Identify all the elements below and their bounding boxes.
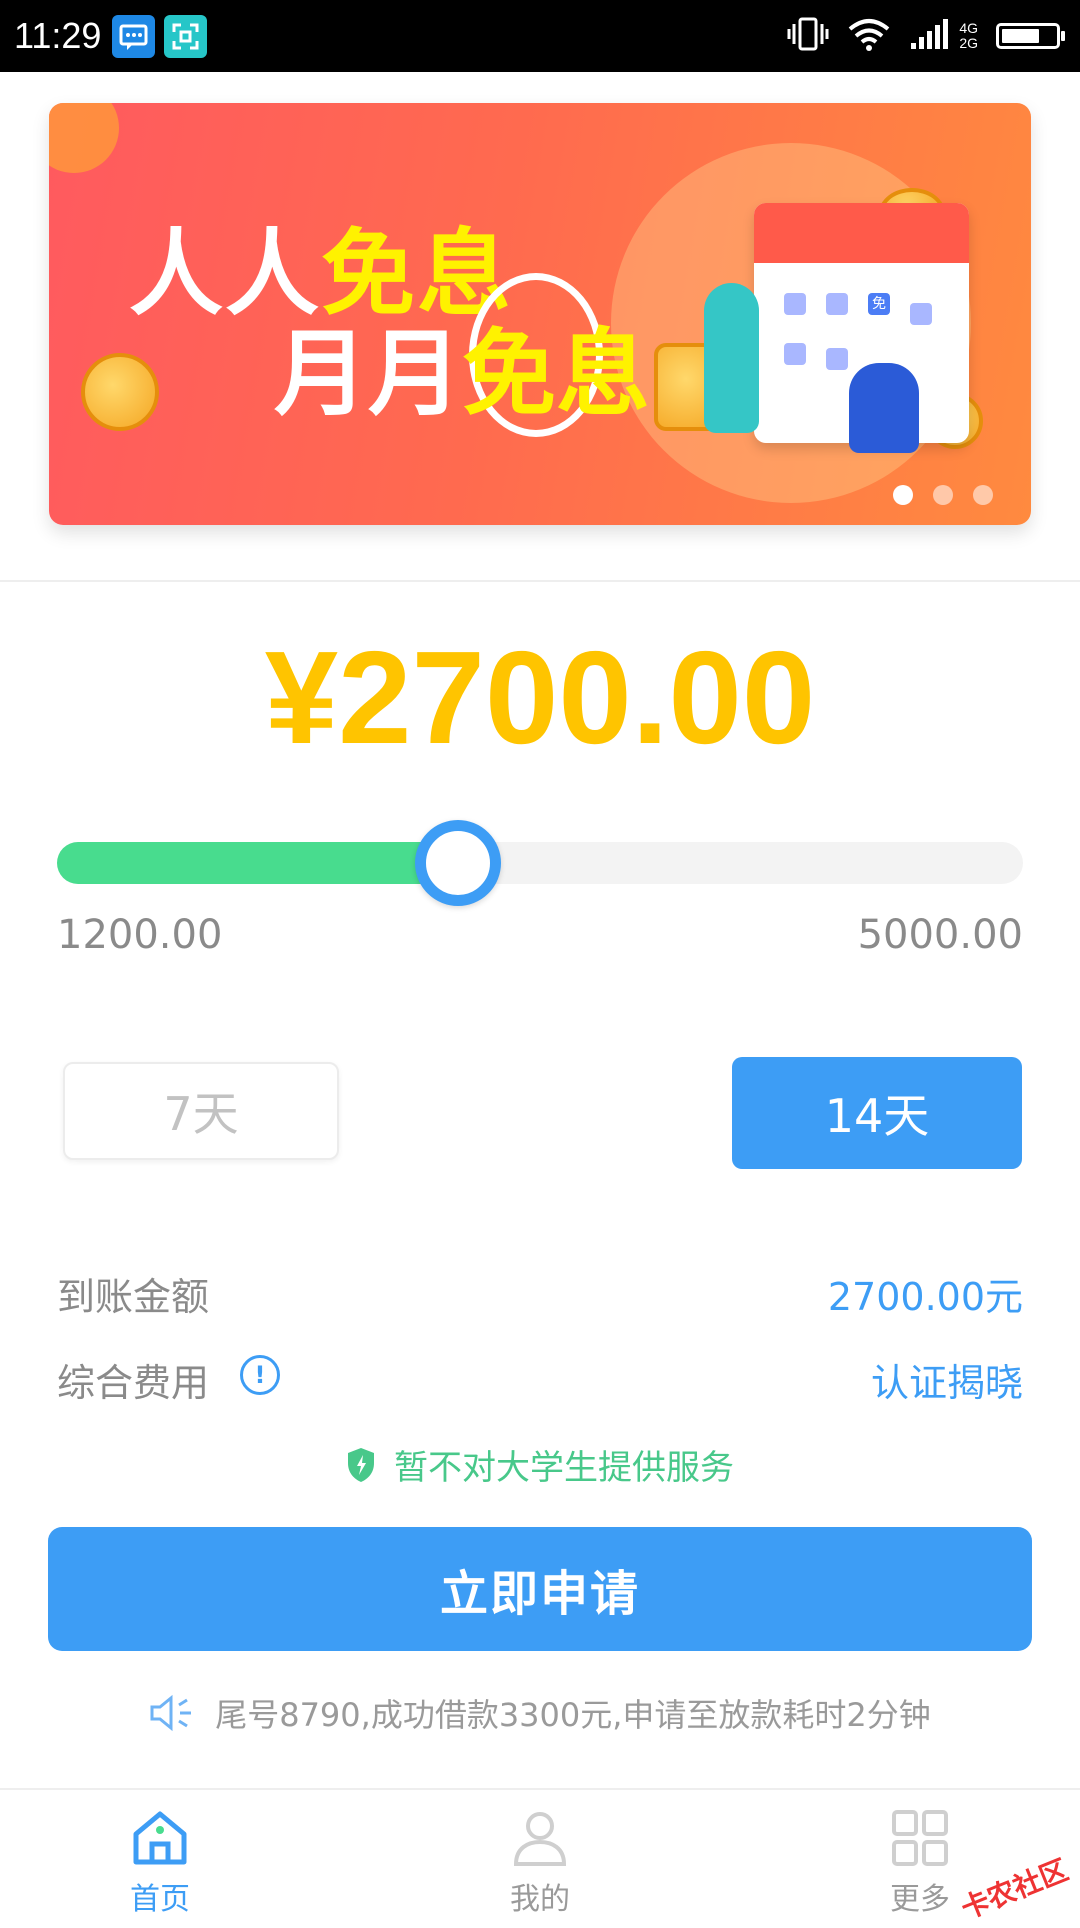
ticker-text: 尾号8790,成功借款3300元,申请至放款耗时2分钟 [215, 1696, 931, 1734]
speaker-icon [150, 1694, 192, 1732]
message-icon [112, 15, 155, 58]
person-illustration [849, 363, 919, 453]
status-time: 11:29 [14, 15, 102, 56]
wifi-icon [847, 17, 891, 55]
fee-label: 综合费用 [57, 1361, 210, 1405]
carousel-dot[interactable] [973, 485, 993, 505]
term-7-days-button[interactable]: 7天 [63, 1062, 339, 1160]
status-bar: 11:29 4G 2G [0, 0, 1080, 72]
carousel-dot[interactable] [933, 485, 953, 505]
slider-max-label: 5000.00 [857, 912, 1023, 958]
term-14-days-button[interactable]: 14天 [732, 1057, 1022, 1169]
user-icon [513, 1812, 567, 1866]
arrival-amount-label: 到账金额 [57, 1275, 210, 1319]
person-illustration [704, 283, 759, 433]
nav-home[interactable]: 首页 [60, 1790, 260, 1922]
scan-icon [164, 15, 207, 58]
grid-icon [892, 1810, 948, 1866]
notice-text: 暂不对大学生提供服务 [394, 1448, 734, 1488]
battery-icon [996, 23, 1065, 49]
home-icon [133, 1811, 187, 1865]
loan-amount: ¥2700.00 [264, 624, 816, 771]
info-icon[interactable]: ! [240, 1355, 280, 1395]
bottom-nav: 首页 我的 更多 卡农社区 [0, 1788, 1080, 1926]
slider-min-label: 1200.00 [57, 912, 223, 958]
signal-icon [909, 17, 951, 55]
nav-mine[interactable]: 我的 [440, 1790, 640, 1922]
banner-headline-2: 月月免息 [274, 320, 651, 429]
student-notice: 暂不对大学生提供服务 [0, 1440, 1080, 1489]
amount-slider[interactable] [57, 820, 1023, 906]
arrival-amount-value: 2700.00元 [827, 1275, 1023, 1319]
coin-icon [81, 353, 159, 431]
loan-ticker: 尾号8790,成功借款3300元,申请至放款耗时2分钟 [0, 1690, 1080, 1736]
badge-icon: 免 [868, 293, 890, 315]
network-type: 4G 2G [959, 20, 978, 51]
shield-icon [348, 1447, 374, 1482]
carousel-dots [893, 485, 993, 505]
apply-now-button[interactable]: 立即申请 [48, 1527, 1032, 1651]
carousel-dot[interactable] [893, 485, 913, 505]
divider [0, 580, 1080, 582]
fee-value-link[interactable]: 认证揭晓 [871, 1352, 1023, 1407]
promo-banner[interactable]: 人人免息 月月免息 免 [49, 103, 1031, 525]
vibrate-icon [787, 16, 829, 56]
slider-fill [57, 842, 459, 884]
slider-thumb[interactable] [415, 820, 502, 906]
